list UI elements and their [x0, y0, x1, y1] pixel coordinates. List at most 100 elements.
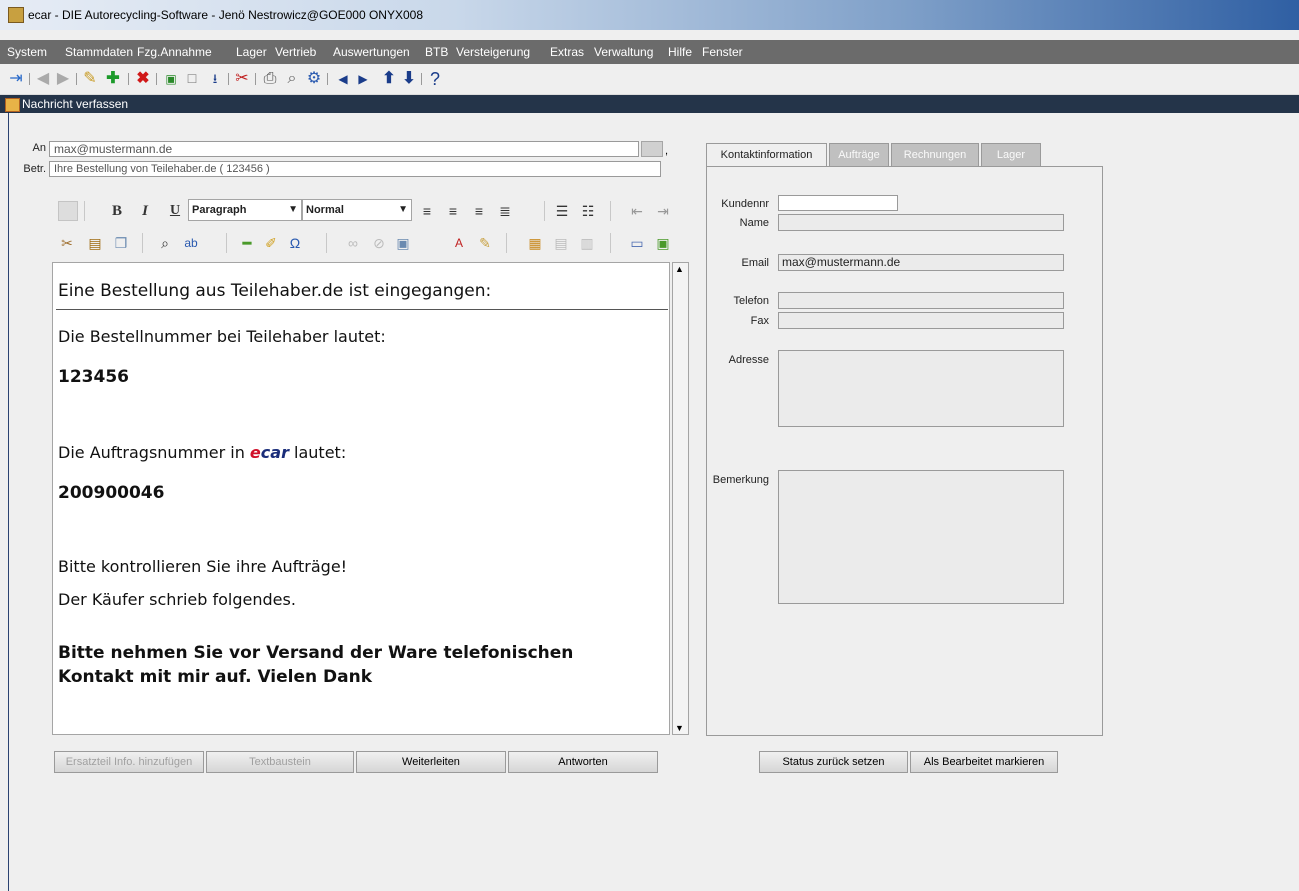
align-right-icon[interactable]: ≡ [468, 201, 490, 221]
underline-button[interactable]: U [164, 201, 186, 221]
message-editor[interactable]: Eine Bestellung aus Teilehaber.de ist ei… [52, 262, 670, 735]
menu-fzg-annahme[interactable]: Fzg.Annahme [137, 45, 212, 59]
print-icon[interactable]: ⎙ [260, 69, 280, 89]
tab-orders[interactable]: Aufträge [829, 143, 889, 167]
next-record-icon[interactable]: ▶ [355, 69, 371, 89]
down-icon[interactable]: ⬇ [400, 69, 418, 89]
forward-button[interactable]: Weiterleiten [356, 751, 506, 773]
remark-label: Bemerkung [712, 474, 769, 486]
reset-status-button[interactable]: Status zurück setzen [759, 751, 908, 773]
message-line-check: Bitte kontrollieren Sie ihre Aufträge! [58, 557, 348, 576]
clear-format-icon[interactable]: ✐ [260, 233, 282, 253]
brand-car: car [260, 443, 289, 462]
link-icon[interactable]: ∞ [342, 233, 364, 253]
table-icon[interactable]: ▦ [524, 233, 546, 253]
align-justify-icon[interactable]: ≣ [494, 201, 516, 221]
font-size-value: Normal [306, 204, 344, 216]
text-color-icon[interactable]: A [448, 233, 470, 253]
tab-contact-info[interactable]: Kontaktinformation [706, 143, 827, 168]
fax-label: Fax [750, 315, 769, 327]
menu-versteigerung[interactable]: Versteigerung [456, 45, 530, 59]
message-line-buyer: Der Käufer schrieb folgendes. [58, 590, 296, 609]
paste-icon[interactable]: ▤ [84, 233, 106, 253]
align-center-icon[interactable]: ≡ [442, 201, 464, 221]
save-icon[interactable]: ▣ [162, 69, 180, 89]
tag-icon[interactable]: ✂ [232, 69, 252, 89]
up-icon[interactable]: ⬆ [380, 69, 398, 89]
text-block-button[interactable]: Textbaustein [206, 751, 354, 773]
add-part-info-button[interactable]: Ersatzteil Info. hinzufügen [54, 751, 204, 773]
search-icon[interactable]: ⌕ [282, 69, 302, 89]
edit-icon[interactable]: ✎ [80, 69, 100, 89]
customer-no-label: Kundennr [721, 198, 769, 210]
table-col-icon[interactable]: ▥ [576, 233, 598, 253]
forward-icon[interactable]: ▶ [54, 69, 72, 89]
cancel-icon[interactable]: ☐ [183, 69, 201, 89]
tab-invoices[interactable]: Rechnungen [891, 143, 979, 167]
find-icon[interactable]: ⌕ [154, 233, 176, 253]
cut-icon[interactable]: ✂ [56, 233, 78, 253]
menu-hilfe[interactable]: Hilfe [668, 45, 692, 59]
address-book-button[interactable] [641, 141, 663, 157]
window-titlebar[interactable]: ecar - DIE Autorecycling-Software - Jenö… [0, 0, 1299, 30]
special-char-icon[interactable]: Ω [284, 233, 306, 253]
scroll-up-icon[interactable]: ▲ [675, 264, 684, 274]
remark-field [778, 470, 1064, 604]
horizontal-rule-icon[interactable]: ━ [236, 233, 258, 253]
scroll-down-icon[interactable]: ▼ [675, 723, 684, 733]
font-size-select[interactable]: Normal ▼ [302, 199, 412, 221]
html-view-icon[interactable]: ▭ [626, 233, 648, 253]
menu-btb[interactable]: BTB [425, 45, 448, 59]
tab-stock[interactable]: Lager [981, 143, 1041, 167]
menu-fenster[interactable]: Fenster [702, 45, 743, 59]
frame-border [8, 113, 9, 891]
menu-stammdaten[interactable]: Stammdaten [65, 45, 133, 59]
order-number: 123456 [58, 367, 129, 387]
filter-icon[interactable]: ⚙ [304, 69, 324, 89]
preview-icon[interactable]: ▣ [652, 233, 674, 253]
delete-icon[interactable]: ✖ [133, 69, 153, 89]
outdent-icon[interactable]: ⇤ [626, 201, 648, 221]
back-icon[interactable]: ◀ [34, 69, 52, 89]
reply-button[interactable]: Antworten [508, 751, 658, 773]
indent-icon[interactable]: ⇥ [652, 201, 674, 221]
prev-record-icon[interactable]: ◀ [335, 69, 351, 89]
heading-divider [56, 309, 668, 310]
menu-extras[interactable]: Extras [550, 45, 584, 59]
replace-icon[interactable]: ab [180, 233, 202, 253]
align-left-icon[interactable]: ≡ [416, 201, 438, 221]
bullet-list-icon[interactable]: ☰ [551, 201, 573, 221]
editor-toolbar: B I U Paragraph ▼ Normal ▼ ≡ ≡ ≡ ≣ ☰ ☷ ⇤… [54, 193, 670, 258]
window-title: ecar - DIE Autorecycling-Software - Jenö… [28, 8, 424, 22]
chevron-down-icon: ▼ [288, 204, 298, 215]
add-icon[interactable]: ✚ [103, 69, 123, 89]
copy-icon[interactable]: ❐ [110, 233, 132, 253]
help-icon[interactable]: ? [426, 69, 444, 89]
menu-bar: System Stammdaten Fzg.Annahme Lager Vert… [0, 40, 1299, 64]
anchor-icon[interactable]: ▣ [392, 233, 414, 253]
background-color-icon[interactable]: ✎ [474, 233, 496, 253]
menu-lager[interactable]: Lager [236, 45, 267, 59]
job-number: 200900046 [58, 483, 165, 503]
menu-verwaltung[interactable]: Verwaltung [594, 45, 653, 59]
italic-button[interactable]: I [134, 201, 156, 221]
customer-no-field[interactable] [778, 195, 898, 211]
source-icon[interactable] [58, 201, 78, 221]
menu-auswertungen[interactable]: Auswertungen [333, 45, 410, 59]
block-format-select[interactable]: Paragraph ▼ [188, 199, 302, 221]
menu-system[interactable]: System [7, 45, 47, 59]
menu-vertrieb[interactable]: Vertrieb [275, 45, 316, 59]
bold-button[interactable]: B [106, 201, 128, 221]
exit-icon[interactable]: ⇥ [6, 69, 26, 89]
mark-processed-button[interactable]: Als Bearbeitet markieren [910, 751, 1058, 773]
numbered-list-icon[interactable]: ☷ [577, 201, 599, 221]
to-field[interactable]: max@mustermann.de [49, 141, 639, 157]
phone-field [778, 292, 1064, 309]
table-row-icon[interactable]: ▤ [550, 233, 572, 253]
unlink-icon[interactable]: ⊘ [368, 233, 390, 253]
compose-icon [5, 98, 20, 112]
editor-scrollbar[interactable]: ▲ ▼ [672, 262, 689, 735]
subject-field[interactable]: Ihre Bestellung von Teilehaber.de ( 1234… [49, 161, 661, 177]
to-separator: , [665, 145, 669, 157]
download-icon[interactable]: ⭳ [206, 69, 224, 89]
